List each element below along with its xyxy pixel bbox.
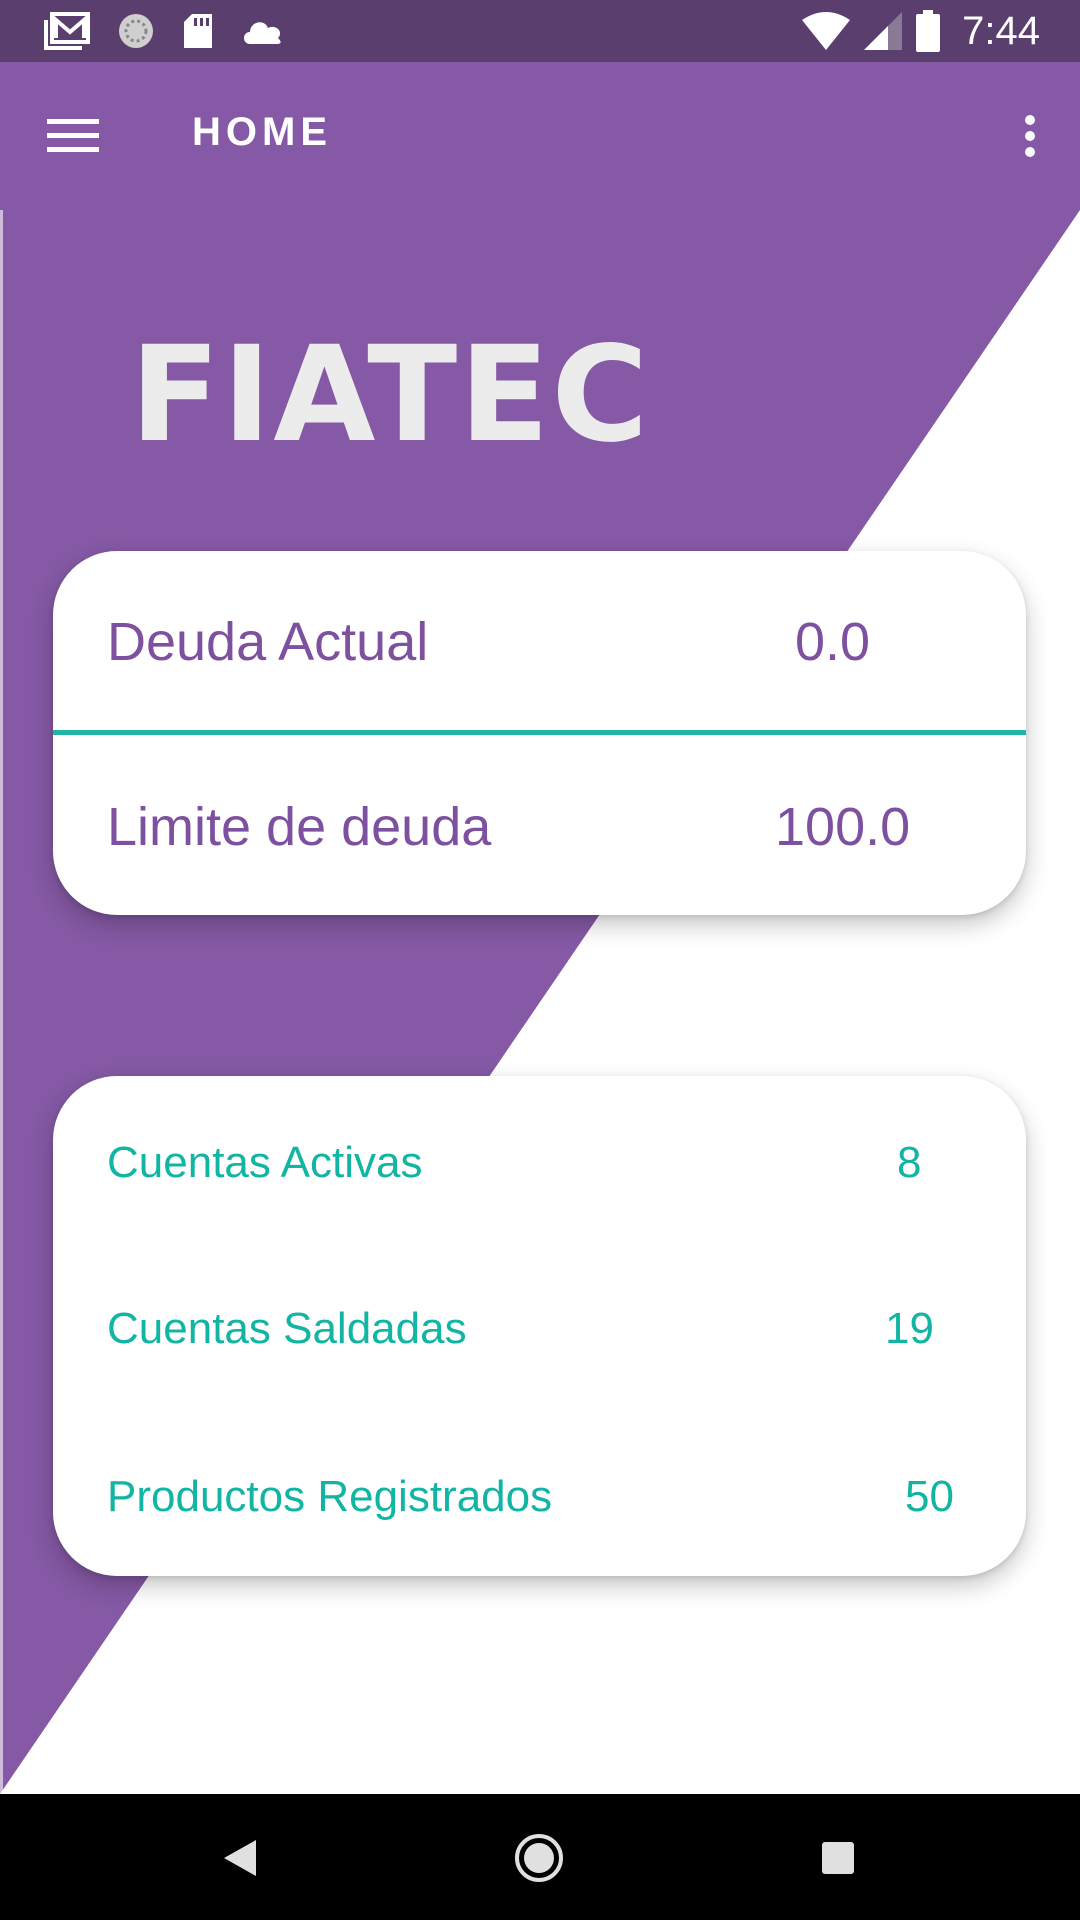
recents-button[interactable]	[798, 1822, 878, 1894]
sd-card-icon	[182, 12, 214, 50]
navigation-bar	[0, 1794, 1080, 1920]
overflow-menu-button[interactable]	[1000, 100, 1060, 172]
settled-accounts-label: Cuentas Saldadas	[107, 1304, 467, 1353]
status-bar: 7:44	[0, 0, 1080, 62]
registered-products-value: 50	[905, 1472, 954, 1521]
app-logo: FIATEC	[130, 318, 651, 472]
status-time: 7:44	[962, 8, 1040, 53]
debt-limit-label: Limite de deuda	[107, 797, 492, 857]
cloud-icon	[240, 16, 284, 46]
hamburger-menu-icon	[47, 119, 99, 152]
home-button[interactable]	[499, 1822, 579, 1894]
debt-card: Deuda Actual 0.0 Limite de deuda 100.0	[53, 551, 1026, 915]
settled-accounts-value: 19	[885, 1304, 934, 1353]
current-debt-label: Deuda Actual	[107, 612, 429, 672]
registered-products-label: Productos Registrados	[107, 1472, 553, 1521]
app-bar: HOME	[0, 62, 1080, 210]
card-divider	[53, 730, 1026, 735]
sync-icon	[116, 11, 156, 51]
home-icon	[515, 1834, 563, 1882]
recents-icon	[822, 1842, 854, 1874]
page-title: HOME	[192, 110, 332, 154]
battery-icon	[916, 10, 941, 52]
back-button[interactable]	[200, 1822, 280, 1894]
debt-limit-value: 100.0	[775, 797, 911, 857]
active-accounts-label: Cuentas Activas	[107, 1138, 423, 1187]
diagonal-background	[0, 210, 1080, 1794]
stats-card: Cuentas Activas 8 Cuentas Saldadas 19 Pr…	[53, 1076, 1026, 1576]
wifi-icon	[802, 12, 851, 50]
back-icon	[224, 1840, 256, 1876]
active-accounts-value: 8	[897, 1138, 922, 1187]
more-vert-icon	[1025, 115, 1035, 157]
current-debt-value: 0.0	[795, 612, 871, 672]
signal-icon	[864, 12, 903, 50]
menu-button[interactable]	[28, 100, 118, 172]
gmail-icon	[44, 12, 90, 50]
